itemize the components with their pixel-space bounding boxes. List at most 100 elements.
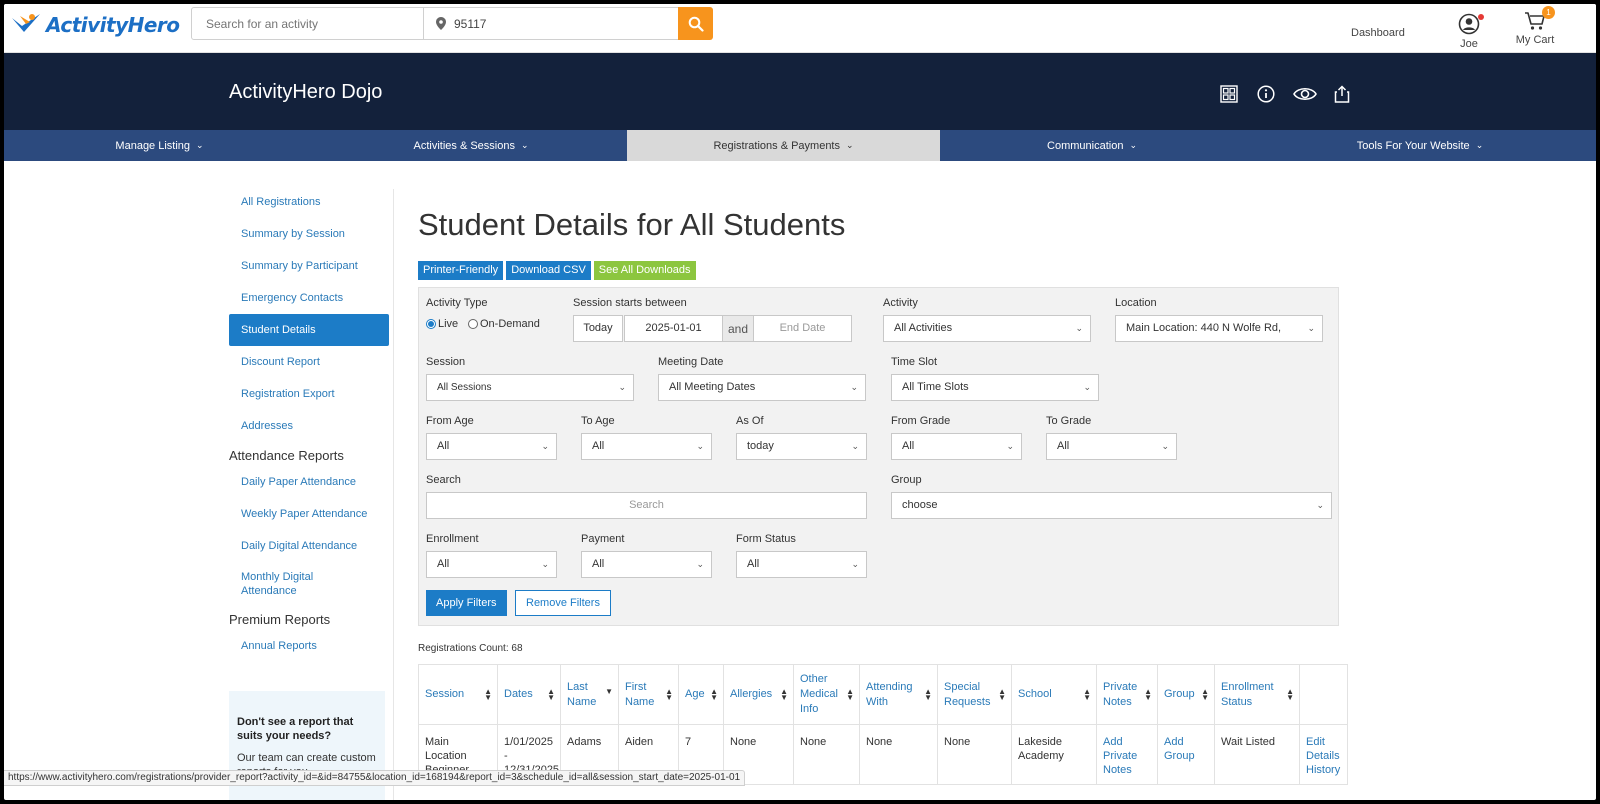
from-age-select[interactable]: All ⌄ <box>426 433 557 460</box>
activity-search-input[interactable] <box>192 8 424 39</box>
column-header-age[interactable]: Age ▲ ▼ <box>678 664 724 725</box>
sidebar-item-discount-report[interactable]: Discount Report <box>229 346 389 378</box>
meeting-date-label: Meeting Date <box>658 356 724 368</box>
sort-icon: ▲ ▼ <box>665 686 673 702</box>
add-group-link[interactable]: Add Group <box>1157 724 1215 785</box>
column-header-last-name[interactable]: Last Name ▼ <box>560 664 619 725</box>
meeting-date-select[interactable]: All Meeting Dates ⌄ <box>658 374 866 401</box>
as-of-select[interactable]: today ⌄ <box>736 433 867 460</box>
location-select[interactable]: Main Location: 440 N Wolfe Rd, ⌄ <box>1115 315 1323 342</box>
group-label: Group <box>891 474 922 486</box>
column-header-session[interactable]: Session ▲ ▼ <box>418 664 498 725</box>
column-header-first-name[interactable]: First Name ▲ ▼ <box>618 664 679 725</box>
on-demand-radio[interactable]: On-Demand <box>468 318 540 330</box>
provider-title: ActivityHero Dojo <box>229 81 383 103</box>
provider-banner: ActivityHero Dojo <box>4 53 1596 130</box>
sidebar-item-all-registrations[interactable]: All Registrations <box>229 186 389 218</box>
cart-label: My Cart <box>1515 34 1555 46</box>
activity-label: Activity <box>883 297 918 309</box>
sidebar-item-monthly-digital-attendance[interactable]: Monthly Digital Attendance <box>229 562 329 606</box>
time-slot-select-value: All Time Slots <box>902 381 969 393</box>
form-status-select[interactable]: All ⌄ <box>736 551 867 578</box>
from-grade-select-value: All <box>902 440 915 452</box>
info-icon[interactable] <box>1255 83 1277 105</box>
to-age-select-value: All <box>592 440 605 452</box>
from-grade-select[interactable]: All ⌄ <box>891 433 1022 460</box>
activity-type-label: Activity Type <box>426 297 488 309</box>
sidebar-item-summary-by-session[interactable]: Summary by Session <box>229 218 389 250</box>
sidebar-item-summary-by-participant[interactable]: Summary by Participant <box>229 250 389 282</box>
end-date-input[interactable]: End Date <box>753 315 852 342</box>
as-of-label: As Of <box>736 415 764 427</box>
chevron-down-icon: ⌄ <box>618 382 626 392</box>
printer-friendly-button[interactable]: Printer-Friendly <box>418 261 504 280</box>
column-header-dates[interactable]: Dates ▲ ▼ <box>497 664 561 725</box>
nav-tools-website[interactable]: Tools For Your Website ⌄ <box>1244 130 1596 161</box>
column-header-school[interactable]: School ▲ ▼ <box>1011 664 1097 725</box>
nav-manage-listing[interactable]: Manage Listing ⌄ <box>4 130 315 161</box>
sidebar-item-student-details[interactable]: Student Details <box>229 314 389 346</box>
add-private-notes-link[interactable]: Add Private Notes <box>1096 724 1158 785</box>
to-age-select[interactable]: All ⌄ <box>581 433 712 460</box>
column-header-allergies[interactable]: Allergies ▲ ▼ <box>723 664 794 725</box>
download-csv-button[interactable]: Download CSV <box>506 261 591 280</box>
activity-select[interactable]: All Activities ⌄ <box>883 315 1091 342</box>
apply-filters-button[interactable]: Apply Filters <box>426 590 507 616</box>
sidebar-item-addresses[interactable]: Addresses <box>229 410 389 442</box>
zip-field <box>424 8 680 39</box>
chevron-down-icon: ⌄ <box>851 441 859 451</box>
chevron-down-icon: ⌄ <box>1475 140 1484 150</box>
qr-code-icon[interactable] <box>1218 83 1240 105</box>
user-menu[interactable]: Joe <box>1451 13 1487 50</box>
help-title: Don't see a report that suits your needs… <box>237 716 354 742</box>
top-header: ActivityHero Dashboard <box>4 4 1596 53</box>
nav-registrations-payments[interactable]: Registrations & Payments ⌄ <box>627 130 940 161</box>
column-header-group[interactable]: Group ▲ ▼ <box>1157 664 1215 725</box>
nav-communication[interactable]: Communication ⌄ <box>940 130 1244 161</box>
live-radio[interactable]: Live <box>426 318 458 330</box>
student-search-input[interactable]: Search <box>426 492 867 519</box>
sidebar-item-daily-digital-attendance[interactable]: Daily Digital Attendance <box>229 530 389 562</box>
see-all-downloads-button[interactable]: See All Downloads <box>593 261 696 280</box>
column-header-private-notes[interactable]: Private Notes ▲ ▼ <box>1096 664 1158 725</box>
chevron-down-icon: ⌄ <box>541 559 549 569</box>
column-header-enrollment-status[interactable]: Enrollment Status ▲ ▼ <box>1214 664 1300 725</box>
nav-activities-sessions[interactable]: Activities & Sessions ⌄ <box>315 130 627 161</box>
today-button[interactable]: Today <box>573 315 623 342</box>
chevron-down-icon: ⌄ <box>696 441 704 451</box>
column-header-other-medical-info[interactable]: Other Medical Info ▲ ▼ <box>793 664 860 725</box>
registrations-count: Registrations Count: 68 <box>418 643 523 654</box>
remove-filters-button[interactable]: Remove Filters <box>515 590 611 616</box>
eye-icon[interactable] <box>1292 83 1318 105</box>
chevron-down-icon: ⌄ <box>1129 140 1137 150</box>
chevron-down-icon: ⌄ <box>520 140 529 150</box>
payment-select[interactable]: All ⌄ <box>581 551 712 578</box>
time-slot-select[interactable]: All Time Slots ⌄ <box>891 374 1099 401</box>
search-button[interactable] <box>678 7 713 40</box>
sidebar-item-registration-export[interactable]: Registration Export <box>229 378 389 410</box>
start-date-input[interactable]: 2025-01-01 <box>624 315 723 342</box>
session-select[interactable]: All Sessions ⌄ <box>426 374 634 401</box>
edit-details-history-link[interactable]: Edit Details History <box>1299 724 1348 785</box>
notification-dot <box>1478 14 1484 20</box>
cart-count-badge: 1 <box>1542 6 1555 19</box>
form-status-select-value: All <box>747 558 760 570</box>
logo-text: ActivityHero <box>46 13 180 37</box>
column-header-attending-with[interactable]: Attending With ▲ ▼ <box>859 664 938 725</box>
sidebar-item-daily-paper-attendance[interactable]: Daily Paper Attendance <box>229 466 389 498</box>
dashboard-link[interactable]: Dashboard <box>1351 27 1405 39</box>
form-status-label: Form Status <box>736 533 796 545</box>
column-header-special-requests[interactable]: Special Requests ▲ ▼ <box>937 664 1012 725</box>
sidebar-item-annual-reports[interactable]: Annual Reports <box>229 630 389 662</box>
report-actions: Printer-Friendly Download CSV See All Do… <box>418 261 696 280</box>
cart-link[interactable]: 1 My Cart <box>1512 6 1558 46</box>
logo[interactable]: ActivityHero <box>10 10 180 40</box>
sidebar-item-emergency-contacts[interactable]: Emergency Contacts <box>229 282 389 314</box>
share-icon[interactable] <box>1331 83 1353 105</box>
zip-input[interactable] <box>446 8 646 39</box>
to-grade-select[interactable]: All ⌄ <box>1046 433 1177 460</box>
enrollment-select[interactable]: All ⌄ <box>426 551 557 578</box>
sidebar-item-weekly-paper-attendance[interactable]: Weekly Paper Attendance <box>229 498 389 530</box>
group-select[interactable]: choose ⌄ <box>891 492 1332 519</box>
sort-icon: ▲ ▼ <box>780 686 788 702</box>
